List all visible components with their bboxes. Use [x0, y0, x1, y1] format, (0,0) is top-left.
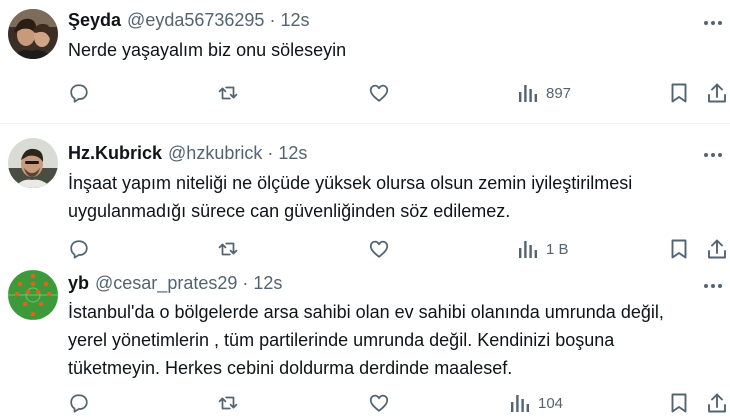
more-icon — [704, 284, 722, 288]
reply-icon — [70, 240, 88, 259]
share-button[interactable] — [707, 80, 727, 106]
more-icon — [704, 153, 722, 157]
more-button[interactable] — [702, 144, 724, 166]
views-count: 104 — [538, 394, 564, 412]
views-count: 897 — [546, 84, 572, 102]
avatar[interactable] — [8, 270, 58, 320]
tweet-text-line: uygulanmadığı sürece can güvenliğinden s… — [68, 201, 511, 221]
bookmark-icon — [671, 239, 687, 259]
display-name[interactable]: yb — [68, 273, 89, 294]
separator-dot: · — [269, 10, 276, 30]
action-bar: 897 — [0, 80, 730, 106]
tweet-header: Hz.Kubrick @hzkubrick · 12s — [68, 143, 307, 167]
like-button[interactable] — [368, 80, 390, 106]
action-bar: 104 — [0, 390, 730, 416]
tweet-header: Şeyda @eyda56736295 · 12s — [68, 10, 309, 34]
user-handle[interactable]: @hzkubrick — [168, 143, 262, 164]
bookmark-button[interactable] — [670, 390, 688, 416]
reply-button[interactable] — [68, 236, 90, 262]
reply-icon — [70, 84, 88, 103]
avatar[interactable] — [8, 138, 58, 188]
retweet-icon — [218, 242, 238, 256]
tweet[interactable]: Hz.Kubrick @hzkubrick · 12s İnşaat yapım… — [0, 124, 730, 267]
timestamp[interactable]: 12s — [278, 143, 307, 164]
more-button[interactable] — [702, 12, 724, 34]
tweet[interactable]: Şeyda @eyda56736295 · 12s Nerde yaşayalı… — [0, 0, 730, 124]
more-icon — [704, 21, 722, 25]
like-icon — [369, 84, 389, 102]
share-icon — [708, 83, 726, 103]
display-name[interactable]: Hz.Kubrick — [68, 143, 162, 164]
retweet-button[interactable] — [216, 80, 240, 106]
separator-dot: · — [267, 143, 274, 163]
tweet-text-line: İstanbul'da o bölgelerde arsa sahibi ola… — [68, 302, 664, 322]
share-button[interactable] — [707, 236, 727, 262]
bookmark-button[interactable] — [670, 80, 688, 106]
views-icon — [511, 395, 529, 412]
views-icon — [519, 241, 537, 258]
timestamp[interactable]: 12s — [253, 273, 282, 294]
reply-icon — [70, 394, 88, 413]
retweet-icon — [218, 396, 238, 410]
share-icon — [708, 393, 726, 413]
more-button[interactable] — [702, 275, 724, 297]
retweet-button[interactable] — [216, 390, 240, 416]
timeline: Şeyda @eyda56736295 · 12s Nerde yaşayalı… — [0, 0, 730, 420]
like-button[interactable] — [368, 236, 390, 262]
like-button[interactable] — [368, 390, 390, 416]
user-handle[interactable]: @cesar_prates29 — [95, 273, 237, 294]
tweet-text: İstanbul'da o bölgelerde arsa sahibi ola… — [68, 298, 708, 382]
display-name[interactable]: Şeyda — [68, 10, 121, 31]
views-button[interactable]: 104 — [510, 390, 563, 416]
tweet-text-line: İnşaat yapım niteliği ne ölçüde yüksek o… — [68, 173, 633, 193]
like-icon — [369, 240, 389, 258]
share-button[interactable] — [707, 390, 727, 416]
bookmark-button[interactable] — [670, 236, 688, 262]
share-icon — [708, 239, 726, 259]
reply-button[interactable] — [68, 390, 90, 416]
retweet-icon — [218, 86, 238, 100]
views-button[interactable]: 897 — [518, 80, 571, 106]
tweet-text-line: yerel yönetimlerin , tüm partilerinde um… — [68, 330, 615, 350]
tweet-text-line: tüketmeyin. Herkes cebini doldurma derdi… — [68, 358, 513, 378]
bookmark-icon — [671, 393, 687, 413]
views-icon — [519, 85, 537, 102]
tweet-text: Nerde yaşayalım biz onu söleseyin — [68, 36, 708, 64]
retweet-button[interactable] — [216, 236, 240, 262]
separator-dot: · — [242, 273, 249, 293]
action-bar: 1 B — [0, 236, 730, 262]
avatar[interactable] — [8, 9, 58, 59]
bookmark-icon — [671, 83, 687, 103]
tweet-text: İnşaat yapım niteliği ne ölçüde yüksek o… — [68, 169, 708, 225]
tweet-text-line: Nerde yaşayalım biz onu söleseyin — [68, 40, 347, 60]
user-handle[interactable]: @eyda56736295 — [127, 10, 264, 31]
tweet[interactable]: yb @cesar_prates29 · 12s İstanbul'da o b… — [0, 267, 730, 420]
like-icon — [369, 394, 389, 412]
timestamp[interactable]: 12s — [280, 10, 309, 31]
tweet-header: yb @cesar_prates29 · 12s — [68, 273, 282, 297]
reply-button[interactable] — [68, 80, 90, 106]
views-count: 1 B — [546, 240, 569, 258]
views-button[interactable]: 1 B — [518, 236, 569, 262]
